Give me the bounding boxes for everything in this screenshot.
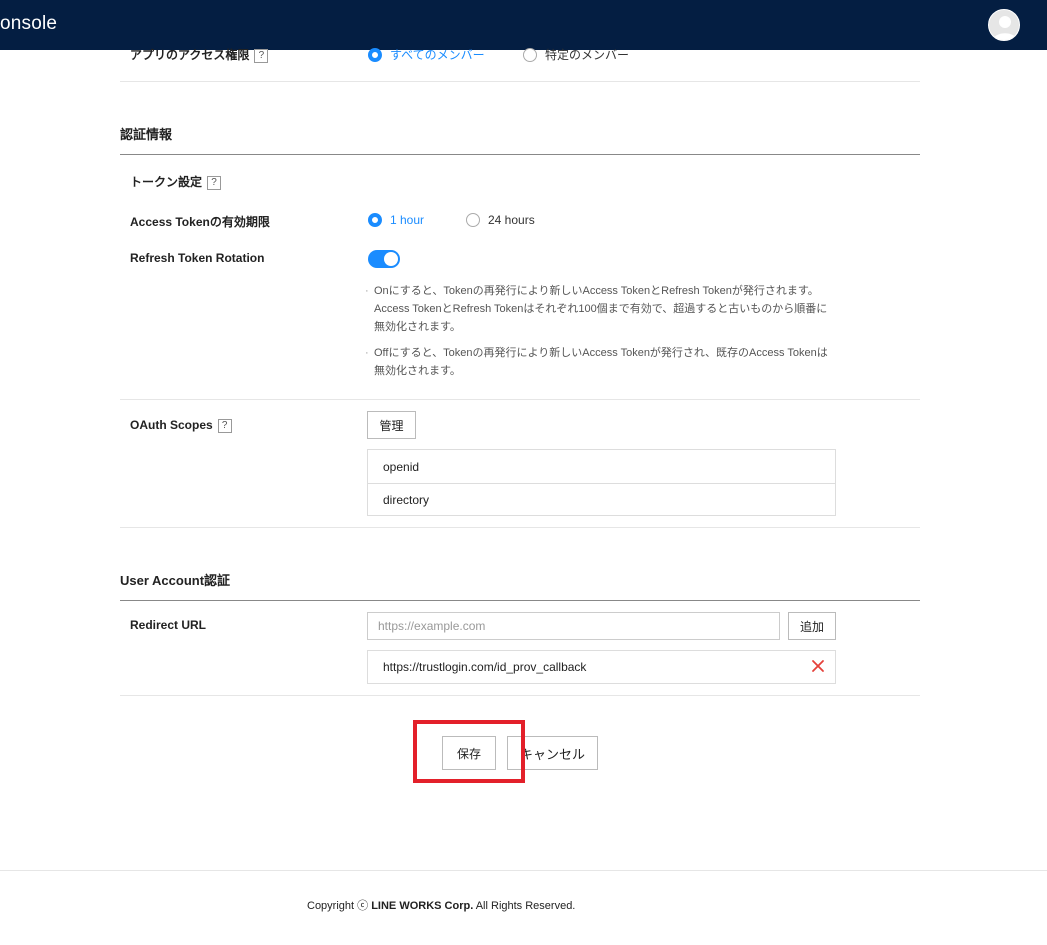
refresh-rotation-toggle[interactable] [368, 250, 400, 268]
radio-1-hour[interactable]: 1 hour [368, 213, 424, 227]
divider [120, 527, 920, 528]
scope-list: openid directory [367, 449, 836, 516]
token-settings-label: トークン設定? [130, 173, 222, 190]
radio-selected-icon [368, 213, 382, 227]
help-icon[interactable]: ? [207, 175, 222, 190]
redirect-url-text: https://trustlogin.com/id_prov_callback [383, 660, 587, 674]
user-avatar-icon[interactable] [988, 9, 1020, 41]
radio-unselected-icon [466, 213, 480, 227]
oauth-scopes-label: OAuth Scopes? [130, 418, 232, 433]
save-highlight-box [413, 720, 525, 783]
section-divider [120, 154, 920, 155]
copyright-icon: ⓒ [357, 900, 369, 912]
scope-item-directory: directory [368, 483, 835, 516]
help-icon[interactable]: ? [254, 48, 269, 63]
redirect-url-label: Redirect URL [130, 618, 207, 632]
rotation-note-on: · Onにすると、Tokenの再発行により新しいAccess TokenとRef… [365, 285, 828, 333]
radio-24-hours[interactable]: 24 hours [466, 213, 535, 227]
app-title: onsole [0, 13, 58, 34]
section-divider [120, 600, 920, 601]
section-title-auth: 認証情報 [120, 127, 173, 142]
top-header: onsole [0, 0, 1047, 50]
footer-copyright: Copyright ⓒ LINE WORKS Corp. All Rights … [307, 900, 576, 912]
divider [120, 695, 920, 696]
radio-specific-members[interactable]: 特定のメンバー [523, 46, 629, 63]
help-icon[interactable]: ? [217, 418, 232, 433]
section-title-user-account: User Account認証 [120, 573, 231, 588]
redirect-url-input[interactable]: https://example.com [367, 612, 780, 640]
refresh-token-rotation-label: Refresh Token Rotation [130, 251, 265, 265]
redirect-url-item: https://trustlogin.com/id_prov_callback [367, 650, 836, 684]
divider [120, 81, 920, 82]
rotation-note-off: · Offにすると、Tokenの再発行により新しいAccess Tokenが発行… [365, 347, 828, 377]
toggle-knob [384, 252, 398, 266]
manage-scopes-button[interactable]: 管理 [367, 411, 416, 439]
radio-all-members[interactable]: すべてのメンバー [368, 46, 485, 63]
radio-unselected-icon [523, 47, 537, 62]
footer-divider [0, 870, 1047, 871]
radio-selected-icon [368, 47, 382, 62]
add-url-button[interactable]: 追加 [788, 612, 836, 640]
divider [120, 399, 920, 400]
access-permission-label: アプリのアクセス権限? [130, 46, 269, 63]
delete-url-icon[interactable] [811, 659, 825, 673]
access-token-expiry-label: Access Tokenの有効期限 [130, 215, 270, 229]
scope-item-openid: openid [383, 459, 420, 474]
